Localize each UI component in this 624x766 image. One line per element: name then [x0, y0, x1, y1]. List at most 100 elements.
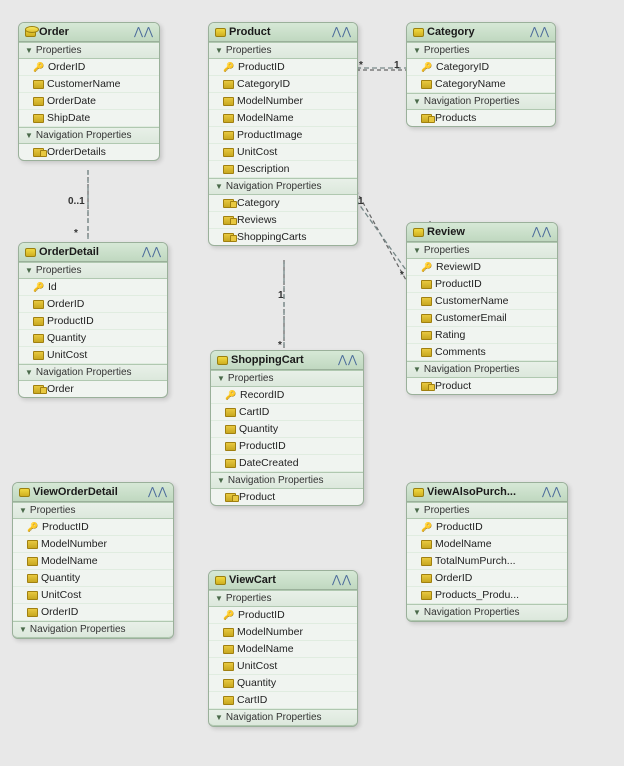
product-field-description: Description	[209, 161, 357, 178]
entity-order-header: Order ⋀ ⋀	[19, 23, 159, 42]
field-icon	[421, 348, 432, 357]
entity-order: Order ⋀ ⋀ ▼ Properties 🔑 OrderID Custome…	[18, 22, 160, 161]
review-nav-product: Product	[407, 378, 557, 394]
product-nav-header: ▼ Navigation Properties	[209, 178, 357, 195]
field-icon	[33, 334, 44, 343]
field-icon	[223, 148, 234, 157]
field-icon	[225, 459, 236, 468]
shoppingcart-field-recordid: 🔑 RecordID	[211, 387, 363, 404]
viewcart-field-cartid: CartID	[209, 692, 357, 709]
field-icon	[223, 662, 234, 671]
category-field-categoryid: 🔑 CategoryID	[407, 59, 555, 76]
field-icon	[223, 131, 234, 140]
entity-category-header: Category ⋀ ⋀	[407, 23, 555, 42]
orderdetail-expand[interactable]: ⋀ ⋀	[142, 247, 161, 258]
orderdetail-field-orderid: OrderID	[19, 296, 167, 313]
viewcart-field-unitcost: UnitCost	[209, 658, 357, 675]
field-icon	[421, 574, 432, 583]
product-field-modelnumber: ModelNumber	[209, 93, 357, 110]
field-icon	[223, 679, 234, 688]
orderdetail-nav-header: ▼ Navigation Properties	[19, 364, 167, 381]
vieworderdetail-db-icon	[19, 488, 30, 497]
shoppingcart-db-icon	[217, 356, 228, 365]
review-field-customeremail: CustomerEmail	[407, 310, 557, 327]
entity-viewcart-title: ViewCart	[215, 574, 276, 586]
review-field-customername: CustomerName	[407, 293, 557, 310]
field-icon	[421, 557, 432, 566]
orderdetail-db-icon	[25, 248, 36, 257]
label-1b: 1	[278, 290, 284, 301]
review-db-icon	[413, 228, 424, 237]
orderdetail-title-text: OrderDetail	[39, 246, 99, 258]
orderdetail-field-quantity: Quantity	[19, 330, 167, 347]
field-icon	[27, 574, 38, 583]
order-title-text: Order	[39, 26, 69, 38]
label-1c: 1	[358, 196, 364, 207]
entity-shoppingcart-header: ShoppingCart ⋀ ⋀	[211, 351, 363, 370]
product-props-header: ▼ Properties	[209, 42, 357, 59]
key-icon: 🔑	[33, 61, 45, 73]
entity-product: Product ⋀ ⋀ ▼ Properties 🔑 ProductID Cat…	[208, 22, 358, 246]
orderdetail-props-header: ▼ Properties	[19, 262, 167, 279]
nav-icon	[421, 114, 432, 123]
review-expand[interactable]: ⋀ ⋀	[532, 227, 551, 238]
category-expand[interactable]: ⋀ ⋀	[530, 27, 549, 38]
viewalsopurch-field-modelname: ModelName	[407, 536, 567, 553]
label-1a: 1	[394, 60, 400, 71]
category-nav-header: ▼ Navigation Properties	[407, 93, 555, 110]
nav-icon	[225, 493, 236, 502]
key-icon: 🔑	[421, 61, 433, 73]
order-field-orderid: 🔑 OrderID	[19, 59, 159, 76]
field-icon	[223, 80, 234, 89]
field-icon	[223, 165, 234, 174]
key-icon: 🔑	[421, 521, 433, 533]
label-star4: *	[400, 270, 404, 281]
product-db-icon	[215, 28, 226, 37]
entity-viewalsopurch: ViewAlsoPurch... ⋀ ⋀ ▼ Properties 🔑 Prod…	[406, 482, 568, 622]
viewalsopurch-title-text: ViewAlsoPurch...	[427, 486, 516, 498]
review-field-reviewid: 🔑 ReviewID	[407, 259, 557, 276]
key-icon: 🔑	[27, 521, 39, 533]
viewcart-title-text: ViewCart	[229, 574, 276, 586]
order-db-icon	[25, 28, 36, 37]
entity-product-title: Product	[215, 26, 271, 38]
key-icon: 🔑	[33, 281, 45, 293]
order-expand[interactable]: ⋀ ⋀	[134, 27, 153, 38]
vieworderdetail-expand[interactable]: ⋀ ⋀	[148, 487, 167, 498]
entity-review-title: Review	[413, 226, 465, 238]
review-field-rating: Rating	[407, 327, 557, 344]
viewalsopurch-field-productsprodu: Products_Produ...	[407, 587, 567, 604]
viewalsopurch-field-productid: 🔑 ProductID	[407, 519, 567, 536]
product-expand[interactable]: ⋀ ⋀	[332, 27, 351, 38]
product-field-categoryid: CategoryID	[209, 76, 357, 93]
entity-orderdetail-header: OrderDetail ⋀ ⋀	[19, 243, 167, 262]
nav-icon	[223, 233, 234, 242]
viewcart-field-quantity: Quantity	[209, 675, 357, 692]
nav-icon	[33, 148, 44, 157]
review-nav-header: ▼ Navigation Properties	[407, 361, 557, 378]
field-icon	[27, 591, 38, 600]
order-props-header: ▼ Properties	[19, 42, 159, 59]
key-icon: 🔑	[223, 609, 235, 621]
vieworderdetail-field-unitcost: UnitCost	[13, 587, 173, 604]
order-props-label: Properties	[36, 45, 82, 56]
entity-product-header: Product ⋀ ⋀	[209, 23, 357, 42]
shoppingcart-field-productid: ProductID	[211, 438, 363, 455]
entity-shoppingcart-title: ShoppingCart	[217, 354, 304, 366]
entity-orderdetail-title: OrderDetail	[25, 246, 99, 258]
viewcart-expand[interactable]: ⋀ ⋀	[332, 575, 351, 586]
field-icon	[33, 351, 44, 360]
label-01: 0..1	[68, 196, 85, 207]
field-icon	[223, 628, 234, 637]
shoppingcart-expand[interactable]: ⋀ ⋀	[338, 355, 357, 366]
field-icon	[27, 557, 38, 566]
order-field-orderdate: OrderDate	[19, 93, 159, 110]
orderdetail-field-id: 🔑 Id	[19, 279, 167, 296]
order-nav-label: Navigation Properties	[36, 130, 132, 141]
category-db-icon	[413, 28, 424, 37]
viewalsopurch-db-icon	[413, 488, 424, 497]
field-icon	[223, 114, 234, 123]
review-props-header: ▼ Properties	[407, 242, 557, 259]
field-icon	[33, 80, 44, 89]
viewalsopurch-expand[interactable]: ⋀ ⋀	[542, 487, 561, 498]
